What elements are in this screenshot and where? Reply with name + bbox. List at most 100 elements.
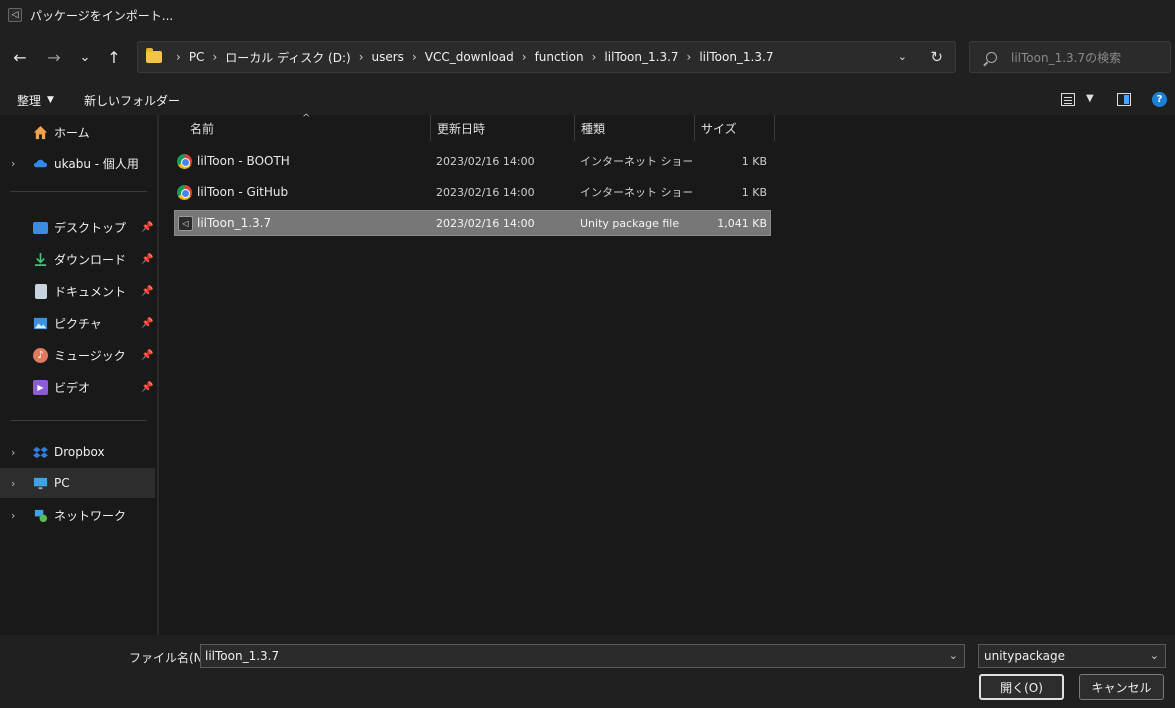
address-dropdown-icon[interactable]: ⌄: [898, 50, 907, 63]
back-button[interactable]: ←: [7, 44, 33, 70]
arrow-up-icon: ↑: [107, 47, 121, 67]
organize-button[interactable]: 整理 ▼: [17, 92, 54, 109]
sidebar-item-pictures[interactable]: ピクチャ 📌: [0, 308, 155, 338]
sidebar-item-label: ホーム: [54, 125, 90, 140]
new-folder-button[interactable]: 新しいフォルダー: [84, 92, 180, 109]
navigation-bar: ← → ⌄ ↑ › PC › ローカル ディスク (D:) › users › …: [0, 30, 1175, 85]
refresh-icon[interactable]: ↻: [930, 48, 943, 66]
chevron-right-icon[interactable]: ›: [11, 509, 15, 522]
breadcrumb-item-pc[interactable]: PC: [189, 50, 205, 64]
column-header-date[interactable]: 更新日時: [437, 115, 572, 141]
up-button[interactable]: ↑: [101, 44, 127, 70]
breadcrumb: › PC › ローカル ディスク (D:) › users › VCC_down…: [168, 49, 773, 66]
sidebar-item-home[interactable]: ホーム: [0, 117, 155, 147]
sidebar-item-label: ネットワーク: [54, 508, 127, 523]
breadcrumb-item-function[interactable]: function: [535, 50, 584, 64]
recent-locations-button[interactable]: ⌄: [72, 44, 98, 70]
pin-icon[interactable]: 📌: [141, 222, 153, 233]
cloud-icon: [33, 159, 48, 167]
file-date: 2023/02/16 14:00: [436, 216, 535, 230]
column-separator[interactable]: [694, 115, 695, 141]
table-row[interactable]: lilToon - GitHub 2023/02/16 14:00 インターネッ…: [174, 179, 771, 205]
unity-package-icon: ◁: [178, 215, 193, 231]
caret-down-icon: ▼: [47, 95, 54, 105]
chevron-right-icon[interactable]: ›: [11, 446, 15, 459]
file-list: 名前 ^ 更新日時 種類 サイズ lilToon - BOOTH 2023/02…: [159, 113, 1175, 635]
chevron-right-icon[interactable]: ›: [359, 50, 364, 64]
chevron-right-icon[interactable]: ›: [592, 50, 597, 64]
column-separator[interactable]: [774, 115, 775, 141]
sidebar-item-desktop[interactable]: デスクトップ 📌: [0, 212, 155, 242]
help-icon[interactable]: ?: [1152, 92, 1167, 107]
chevron-right-icon: ›: [176, 50, 181, 64]
column-separator[interactable]: [574, 115, 575, 141]
chevron-right-icon[interactable]: ›: [11, 157, 15, 170]
forward-button[interactable]: →: [41, 44, 67, 70]
address-bar[interactable]: › PC › ローカル ディスク (D:) › users › VCC_down…: [137, 41, 956, 73]
dialog-footer: ファイル名(N): lilToon_1.3.7 ⌄ unitypackage ⌄…: [0, 635, 1175, 708]
view-options-icon[interactable]: [1061, 93, 1075, 106]
filetype-select[interactable]: unitypackage ⌄: [978, 644, 1166, 668]
sidebar-item-downloads[interactable]: ダウンロード 📌: [0, 244, 155, 274]
cancel-button[interactable]: キャンセル: [1079, 674, 1164, 700]
preview-pane-icon[interactable]: [1117, 93, 1131, 106]
download-icon: [34, 252, 47, 266]
pin-icon[interactable]: 📌: [141, 382, 153, 393]
search-box[interactable]: lilToon_1.3.7の検索: [969, 41, 1171, 73]
desktop-icon: [33, 221, 48, 234]
sidebar-item-documents[interactable]: ドキュメント 📌: [0, 276, 155, 306]
column-header-label: サイズ: [701, 121, 737, 136]
caret-down-icon[interactable]: ▼: [1086, 93, 1094, 104]
column-header-label: 名前: [190, 121, 215, 136]
column-header-type[interactable]: 種類: [581, 115, 691, 141]
filename-input[interactable]: lilToon_1.3.7 ⌄: [200, 644, 965, 668]
network-icon: [34, 509, 48, 522]
sidebar-item-label: ピクチャ: [54, 316, 102, 331]
computer-icon: [33, 477, 48, 489]
column-separator[interactable]: [430, 115, 431, 141]
file-type: インターネット ショート...: [580, 155, 692, 168]
pin-icon[interactable]: 📌: [141, 318, 153, 329]
sidebar-item-label: ukabu - 個人用: [54, 156, 139, 171]
music-icon: ♪: [33, 347, 48, 363]
sidebar-item-label: ミュージック: [54, 348, 126, 363]
breadcrumb-item-users[interactable]: users: [372, 50, 404, 64]
sidebar-divider: [10, 420, 147, 421]
table-row[interactable]: lilToon - BOOTH 2023/02/16 14:00 インターネット…: [174, 148, 771, 174]
open-button[interactable]: 開く(O): [979, 674, 1064, 700]
sidebar-item-pc[interactable]: › PC: [0, 468, 155, 498]
breadcrumb-item-liltoon-parent[interactable]: lilToon_1.3.7: [604, 50, 678, 64]
sidebar-item-label: PC: [54, 476, 70, 490]
sidebar-item-onedrive[interactable]: › ukabu - 個人用: [0, 148, 155, 178]
breadcrumb-item-vcc-download[interactable]: VCC_download: [425, 50, 514, 64]
home-icon: [33, 125, 48, 139]
chevron-right-icon[interactable]: ›: [522, 50, 527, 64]
search-input[interactable]: lilToon_1.3.7の検索: [1011, 49, 1121, 66]
window-title: パッケージをインポート...: [30, 8, 174, 23]
unity-app-icon: ◁: [8, 8, 22, 22]
chevron-down-icon[interactable]: ⌄: [949, 649, 958, 662]
chevron-down-icon: ⌄: [79, 49, 91, 65]
sidebar-item-network[interactable]: › ネットワーク: [0, 500, 155, 530]
file-type: インターネット ショート...: [580, 186, 692, 199]
filetype-value: unitypackage: [984, 649, 1066, 663]
chevron-right-icon[interactable]: ›: [687, 50, 692, 64]
sidebar-divider: [10, 191, 147, 192]
sidebar-item-music[interactable]: ♪ ミュージック 📌: [0, 340, 155, 370]
column-header-size[interactable]: サイズ: [701, 115, 771, 141]
breadcrumb-item-liltoon-current[interactable]: lilToon_1.3.7: [699, 50, 773, 64]
sidebar-item-label: Dropbox: [54, 445, 105, 459]
pin-icon[interactable]: 📌: [141, 286, 153, 297]
sidebar-item-videos[interactable]: ▶ ビデオ 📌: [0, 372, 155, 402]
chevron-right-icon[interactable]: ›: [11, 477, 15, 490]
breadcrumb-item-drive[interactable]: ローカル ディスク (D:): [225, 49, 350, 66]
chevron-right-icon[interactable]: ›: [412, 50, 417, 64]
file-size: 1 KB: [741, 154, 767, 168]
table-row-selected[interactable]: ◁ lilToon_1.3.7 2023/02/16 14:00 Unity p…: [174, 210, 771, 236]
pin-icon[interactable]: 📌: [141, 350, 153, 361]
sidebar-item-label: ビデオ: [54, 380, 91, 395]
sidebar-item-dropbox[interactable]: › Dropbox: [0, 437, 155, 467]
chevron-down-icon[interactable]: ⌄: [1150, 649, 1159, 662]
chevron-right-icon[interactable]: ›: [212, 50, 217, 64]
pin-icon[interactable]: 📌: [141, 254, 153, 265]
